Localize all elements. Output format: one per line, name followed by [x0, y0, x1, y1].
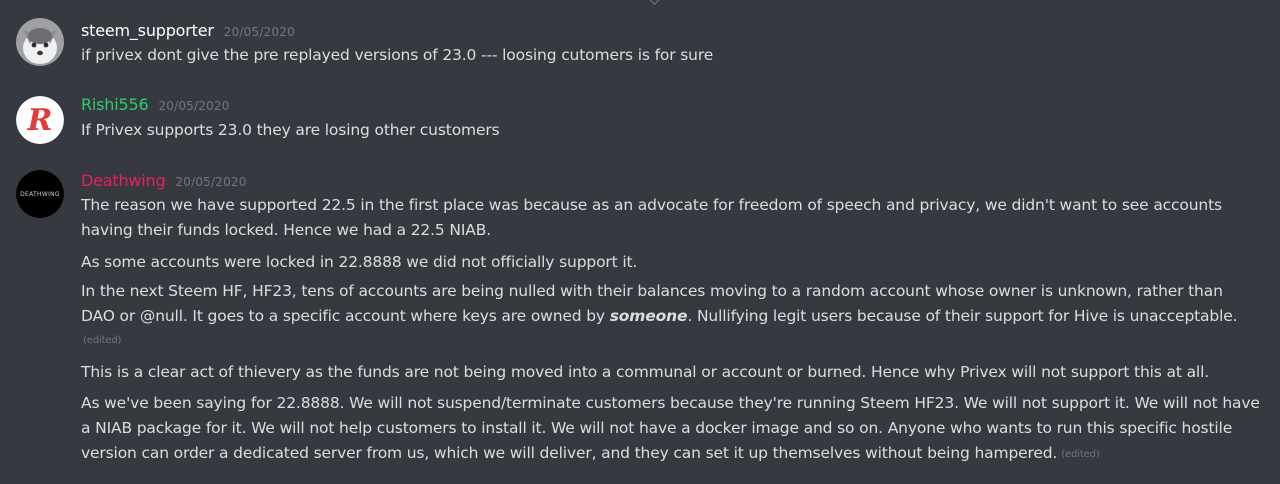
username[interactable]: steem_supporter — [81, 21, 214, 40]
red-r-logo-avatar-icon[interactable]: R — [16, 96, 64, 144]
emphasis-text: someone — [609, 307, 688, 325]
chat-message-list[interactable]: steem_supporter 20/05/2020 if privex dont… — [0, 0, 1280, 484]
avatar-logo-text: DEATHWING — [20, 191, 60, 198]
username[interactable]: Rishi556 — [81, 95, 149, 114]
message-text: . Nullifying legit users because of thei… — [687, 307, 1238, 325]
message-content: If Privex supports 23.0 they are losing … — [81, 121, 500, 139]
timestamp[interactable]: 20/05/2020 — [224, 25, 295, 39]
edited-indicator: (edited) — [81, 332, 1261, 348]
edited-label: (edited) — [83, 335, 122, 346]
svg-text:R: R — [27, 103, 53, 138]
message-header: steem_supporter 20/05/2020 — [81, 20, 295, 43]
message-content: In the next Steem HF, HF23, tens of acco… — [81, 279, 1261, 329]
timestamp[interactable]: 20/05/2020 — [175, 175, 246, 189]
message-content: if privex dont give the pre replayed ver… — [81, 46, 714, 64]
chevron-down-icon[interactable] — [648, 0, 661, 5]
deathwing-logo-avatar-icon[interactable]: DEATHWING — [16, 170, 64, 218]
edited-label: (edited) — [1061, 449, 1100, 460]
husky-dog-avatar-icon[interactable] — [16, 18, 64, 66]
timestamp[interactable]: 20/05/2020 — [158, 99, 229, 113]
message-header: Rishi556 20/05/2020 — [81, 94, 230, 117]
message-content: The reason we have supported 22.5 in the… — [81, 196, 1222, 239]
message-content: This is a clear act of thievery as the f… — [81, 363, 1210, 381]
message-content: As we've been saying for 22.8888. We wil… — [81, 391, 1261, 467]
message-header: Deathwing 20/05/2020 — [81, 170, 247, 193]
username[interactable]: Deathwing — [81, 171, 166, 190]
message-content: As some accounts were locked in 22.8888 … — [81, 253, 638, 271]
